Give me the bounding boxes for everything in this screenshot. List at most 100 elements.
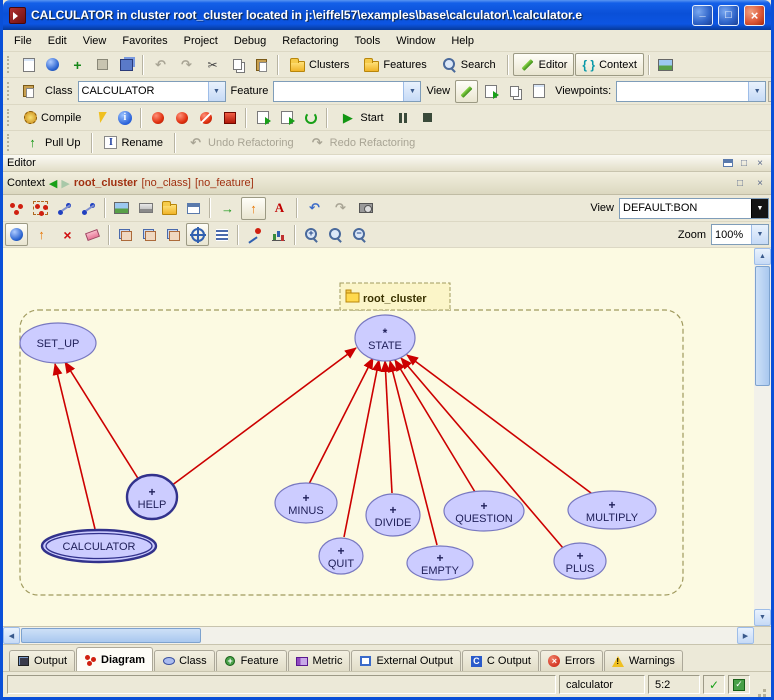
maximize-context-icon[interactable]: □	[733, 177, 747, 190]
c-compile-button[interactable]	[218, 106, 241, 129]
center-on-selection-button[interactable]	[186, 223, 209, 246]
title-bar[interactable]: CALCULATOR in cluster root_cluster locat…	[3, 0, 771, 30]
horizontal-scroll-thumb[interactable]	[21, 628, 201, 643]
order-items-button[interactable]	[210, 223, 233, 246]
pause-button[interactable]	[392, 106, 415, 129]
client-link-MINUS-STATE[interactable]	[309, 358, 373, 484]
menu-edit[interactable]: Edit	[41, 33, 74, 49]
project-info-button[interactable]: i	[113, 106, 136, 129]
maximize-pane-icon[interactable]: □	[737, 157, 751, 170]
tab-errors[interactable]: × Errors	[540, 650, 603, 671]
new-cluster-tool-button[interactable]	[29, 197, 52, 220]
eraser-button[interactable]	[81, 223, 104, 246]
execution-profile-button[interactable]	[251, 106, 274, 129]
relayout-button[interactable]	[162, 223, 185, 246]
bring-to-front-button[interactable]	[114, 223, 137, 246]
paste-button[interactable]	[250, 53, 273, 76]
snapshot-button[interactable]	[354, 197, 377, 220]
menu-view[interactable]: View	[76, 33, 114, 49]
flat-view-button[interactable]	[503, 80, 526, 103]
toolbar-grip[interactable]	[7, 109, 12, 127]
freeze-button[interactable]	[146, 106, 169, 129]
redo-button[interactable]: ↷	[174, 53, 199, 76]
stop-operation-button[interactable]	[91, 53, 114, 76]
diagram-canvas[interactable]: root_clusterSET_UP*STATE+HELPCALCULATOR+…	[3, 248, 771, 627]
feature-input[interactable]	[274, 82, 403, 101]
statistics-button[interactable]	[267, 223, 290, 246]
maximize-button[interactable]: □	[718, 5, 739, 26]
editor-toggle-button[interactable]: Editor	[513, 53, 575, 76]
pull-up-button[interactable]: ↑ Pull Up	[17, 131, 87, 154]
diagram-tool-button[interactable]	[654, 53, 677, 76]
melt-button[interactable]	[89, 106, 112, 129]
scroll-right-button[interactable]: ▶	[737, 627, 754, 644]
text-labels-button[interactable]: A	[267, 197, 292, 220]
menu-window[interactable]: Window	[389, 33, 442, 49]
clusters-button[interactable]: Clusters	[283, 53, 356, 76]
new-diagram-window-button[interactable]	[182, 197, 205, 220]
zoom-dropdown[interactable]: ▼	[751, 225, 768, 244]
viewpoints-extra-dropdown[interactable]: ▼	[768, 81, 774, 102]
print-diagram-button[interactable]	[134, 197, 157, 220]
vertical-scrollbar[interactable]: ▲ ▼	[754, 248, 771, 626]
undo-refactoring-button[interactable]: ↶ Undo Refactoring	[180, 131, 301, 154]
menu-project[interactable]: Project	[177, 33, 225, 49]
minimize-button[interactable]: _	[692, 5, 713, 26]
scroll-up-button[interactable]: ▲	[754, 248, 771, 265]
context-cluster[interactable]: root_cluster	[74, 177, 138, 189]
zoom-in-button[interactable]: +	[300, 223, 323, 246]
open-diagram-button[interactable]	[158, 197, 181, 220]
tab-output[interactable]: Output	[9, 650, 75, 671]
scroll-left-button[interactable]: ◀	[3, 627, 20, 644]
zoom-out-button[interactable]: −	[348, 223, 371, 246]
delete-item-button[interactable]: ×	[55, 223, 80, 246]
toolbar-grip[interactable]	[7, 56, 12, 74]
viewpoints-input[interactable]	[617, 82, 748, 101]
diagram-view-input[interactable]	[620, 199, 751, 218]
finalize-button[interactable]	[170, 106, 193, 129]
zoom-input[interactable]	[712, 225, 751, 244]
redo-refactoring-button[interactable]: ↷ Redo Refactoring	[302, 131, 423, 154]
paste-class-button[interactable]	[17, 80, 40, 103]
viewpoints-combo-dropdown[interactable]: ▼	[748, 82, 765, 101]
resize-grip[interactable]	[753, 675, 767, 694]
send-to-back-button[interactable]	[138, 223, 161, 246]
history-back-icon[interactable]: ◀	[49, 177, 57, 190]
close-context-icon[interactable]: ×	[753, 177, 767, 190]
new-class-tool-button[interactable]	[5, 197, 28, 220]
client-link-HELP-STATE[interactable]	[171, 348, 356, 486]
float-pane-icon[interactable]	[721, 157, 735, 170]
tab-class[interactable]: Class	[154, 650, 215, 671]
tab-metric[interactable]: Metric	[288, 650, 351, 671]
new-view-button[interactable]	[479, 80, 502, 103]
refresh-button[interactable]	[299, 106, 322, 129]
toolbar-grip[interactable]	[7, 82, 12, 100]
copy-button[interactable]	[226, 53, 249, 76]
toolbar-grip[interactable]	[7, 134, 12, 150]
new-document-button[interactable]	[17, 53, 40, 76]
export-picture-button[interactable]	[110, 197, 133, 220]
cut-button[interactable]: ✂	[200, 53, 225, 76]
go-to-target-button[interactable]: →	[215, 197, 240, 220]
add-class-button[interactable]: +	[65, 53, 90, 76]
feature-combo-dropdown[interactable]: ▼	[403, 82, 420, 101]
tab-warnings[interactable]: Warnings	[604, 650, 683, 671]
rename-button[interactable]: I Rename	[97, 131, 170, 154]
horizontal-scrollbar[interactable]: ◀ ▶	[3, 627, 771, 645]
edit-view-button[interactable]	[455, 80, 478, 103]
menu-file[interactable]: File	[7, 33, 39, 49]
zoom-fit-button[interactable]	[324, 223, 347, 246]
client-link-tool-button[interactable]	[53, 197, 76, 220]
cancel-compile-button[interactable]	[194, 106, 217, 129]
diagram-view-dropdown[interactable]: ▼	[751, 199, 768, 218]
depth-up-button[interactable]: ↑	[241, 197, 266, 220]
close-button[interactable]: ×	[744, 5, 765, 26]
contract-view-button[interactable]	[527, 80, 550, 103]
context-toggle-button[interactable]: { } Context	[575, 53, 644, 76]
witness-button[interactable]	[275, 106, 298, 129]
features-button[interactable]: Features	[357, 53, 433, 76]
force-layout-button[interactable]	[5, 223, 28, 246]
menu-tools[interactable]: Tools	[348, 33, 388, 49]
tab-feature[interactable]: + Feature	[216, 650, 287, 671]
diagram-redo-button[interactable]: ↷	[328, 197, 353, 220]
